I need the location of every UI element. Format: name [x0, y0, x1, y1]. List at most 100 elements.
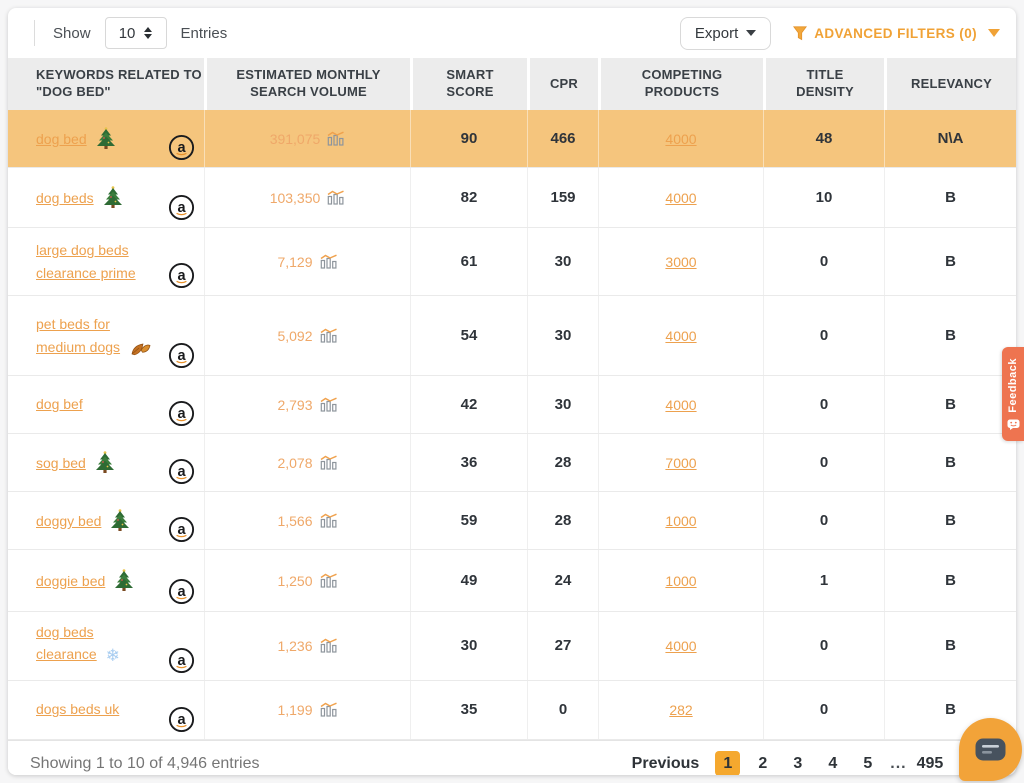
search-volume-cell: 7,129 — [204, 228, 410, 295]
page-size-select[interactable]: 10 — [105, 17, 167, 49]
amazon-a-icon[interactable]: a — [168, 706, 195, 733]
keyword-cell: dogs beds uk a — [8, 681, 204, 739]
competing-products-cell: 1000 — [598, 492, 763, 549]
feedback-tab[interactable]: Feedback — [1002, 347, 1024, 441]
pagination: Previous 12345 ... 495 Next — [626, 751, 1000, 775]
pagination-previous[interactable]: Previous — [632, 755, 700, 773]
amazon-a-icon[interactable]: a — [168, 516, 195, 543]
keyword-link[interactable]: doggie bed — [36, 573, 105, 589]
table-row: dog bedsa103,35082159400010B — [8, 168, 1016, 228]
column-header[interactable]: KEYWORDS RELATED TO "DOG BED" — [8, 58, 204, 110]
volume-trend-icon — [320, 328, 338, 343]
keyword-cell: doggie bed a — [8, 550, 204, 611]
table-row: doggie beda1,250492410001B — [8, 550, 1016, 612]
filters-chevron-down-icon — [988, 29, 1000, 37]
pagination-page[interactable]: 3 — [785, 751, 810, 775]
toolbar-divider — [34, 20, 35, 46]
keyword-cell: sog bed a — [8, 434, 204, 491]
relevancy-cell: B — [884, 612, 1016, 680]
table-row: dogs beds uka1,1993502820B — [8, 681, 1016, 740]
competing-products-link[interactable]: 3000 — [665, 254, 696, 270]
cpr-cell: 24 — [527, 550, 598, 611]
keyword-link[interactable]: sog bed — [36, 455, 86, 471]
cpr-cell: 30 — [527, 376, 598, 433]
title-density-cell: 48 — [763, 110, 884, 167]
search-volume-cell: 391,075 — [204, 110, 410, 167]
keyword-link[interactable]: dog beds — [36, 190, 94, 206]
competing-products-cell: 3000 — [598, 228, 763, 295]
competing-products-cell: 4000 — [598, 168, 763, 227]
pagination-page[interactable]: 2 — [750, 751, 775, 775]
pagination-last-page[interactable]: 495 — [917, 751, 944, 775]
advanced-filters-label: ADVANCED FILTERS (0) — [814, 26, 977, 41]
competing-products-link[interactable]: 4000 — [665, 328, 696, 344]
export-button[interactable]: Export — [680, 17, 771, 50]
column-header[interactable]: ESTIMATED MONTHLY SEARCH VOLUME — [204, 58, 410, 110]
title-density-cell: 0 — [763, 612, 884, 680]
search-volume-cell: 1,566 — [204, 492, 410, 549]
amazon-a-icon[interactable]: a — [168, 342, 195, 369]
search-volume-value: 2,793 — [277, 397, 312, 413]
chevron-down-icon — [746, 30, 756, 36]
table-body: dog beda391,07590466400048N\Adog bedsa10… — [8, 110, 1016, 740]
keyword-link[interactable]: dog bef — [36, 396, 83, 412]
title-density-cell: 10 — [763, 168, 884, 227]
volume-trend-icon — [327, 190, 345, 205]
table-header: KEYWORDS RELATED TO "DOG BED"ESTIMATED M… — [8, 58, 1016, 110]
pagination-page[interactable]: 1 — [715, 751, 740, 775]
competing-products-link[interactable]: 4000 — [665, 190, 696, 206]
cpr-cell: 30 — [527, 296, 598, 375]
keyword-link[interactable]: large dog beds clearance prime — [36, 242, 136, 280]
smart-score-cell: 54 — [410, 296, 527, 375]
competing-products-link[interactable]: 4000 — [665, 638, 696, 654]
search-volume-cell: 1,250 — [204, 550, 410, 611]
search-volume-cell: 2,078 — [204, 434, 410, 491]
showing-entries-text: Showing 1 to 10 of 4,946 entries — [30, 755, 260, 773]
smart-score-cell: 90 — [410, 110, 527, 167]
search-volume-cell: 2,793 — [204, 376, 410, 433]
column-header[interactable]: RELEVANCY — [884, 58, 1016, 110]
pagination-page[interactable]: 4 — [820, 751, 845, 775]
competing-products-link[interactable]: 4000 — [665, 397, 696, 413]
amazon-a-icon[interactable]: a — [168, 458, 195, 485]
volume-trend-icon — [320, 455, 338, 470]
column-header[interactable]: SMART SCORE — [410, 58, 527, 110]
amazon-a-icon[interactable]: a — [168, 400, 195, 427]
competing-products-link[interactable]: 1000 — [665, 573, 696, 589]
amazon-a-icon[interactable]: a — [168, 647, 195, 674]
competing-products-link[interactable]: 282 — [669, 702, 692, 718]
keyword-link[interactable]: pet beds for medium dogs — [36, 316, 120, 354]
amazon-a-icon[interactable]: a — [168, 194, 195, 221]
amazon-a-icon[interactable]: a — [168, 262, 195, 289]
advanced-filters-button[interactable]: ADVANCED FILTERS (0) — [793, 26, 1000, 41]
keyword-link[interactable]: dogs beds uk — [36, 701, 119, 717]
smart-score-cell: 49 — [410, 550, 527, 611]
title-density-cell: 0 — [763, 296, 884, 375]
autumn-leaves-icon — [129, 340, 151, 357]
cpr-cell: 159 — [527, 168, 598, 227]
keyword-link[interactable]: dog beds clearance — [36, 624, 97, 662]
relevancy-cell: B — [884, 376, 1016, 433]
amazon-a-icon[interactable]: a — [168, 578, 195, 605]
competing-products-link[interactable]: 1000 — [665, 513, 696, 529]
entries-label: Entries — [181, 25, 228, 42]
column-header[interactable]: CPR — [527, 58, 598, 110]
pagination-page[interactable]: 5 — [855, 751, 880, 775]
christmas-tree-icon — [114, 569, 134, 591]
volume-trend-icon — [320, 513, 338, 528]
search-volume-value: 7,129 — [277, 254, 312, 270]
keyword-link[interactable]: doggy bed — [36, 513, 101, 529]
chat-widget-button[interactable] — [959, 718, 1022, 781]
competing-products-cell: 4000 — [598, 110, 763, 167]
column-header[interactable]: COMPETING PRODUCTS — [598, 58, 763, 110]
cpr-cell: 466 — [527, 110, 598, 167]
keyword-link[interactable]: dog bed — [36, 131, 87, 147]
competing-products-link[interactable]: 7000 — [665, 455, 696, 471]
amazon-a-icon[interactable]: a — [168, 134, 195, 161]
search-volume-value: 103,350 — [270, 190, 321, 206]
competing-products-link[interactable]: 4000 — [665, 131, 696, 147]
export-label: Export — [695, 25, 738, 42]
column-header[interactable]: TITLE DENSITY — [763, 58, 884, 110]
keyword-cell: dog beds clearance❄a — [8, 612, 204, 680]
pagination-ellipsis: ... — [890, 755, 906, 773]
